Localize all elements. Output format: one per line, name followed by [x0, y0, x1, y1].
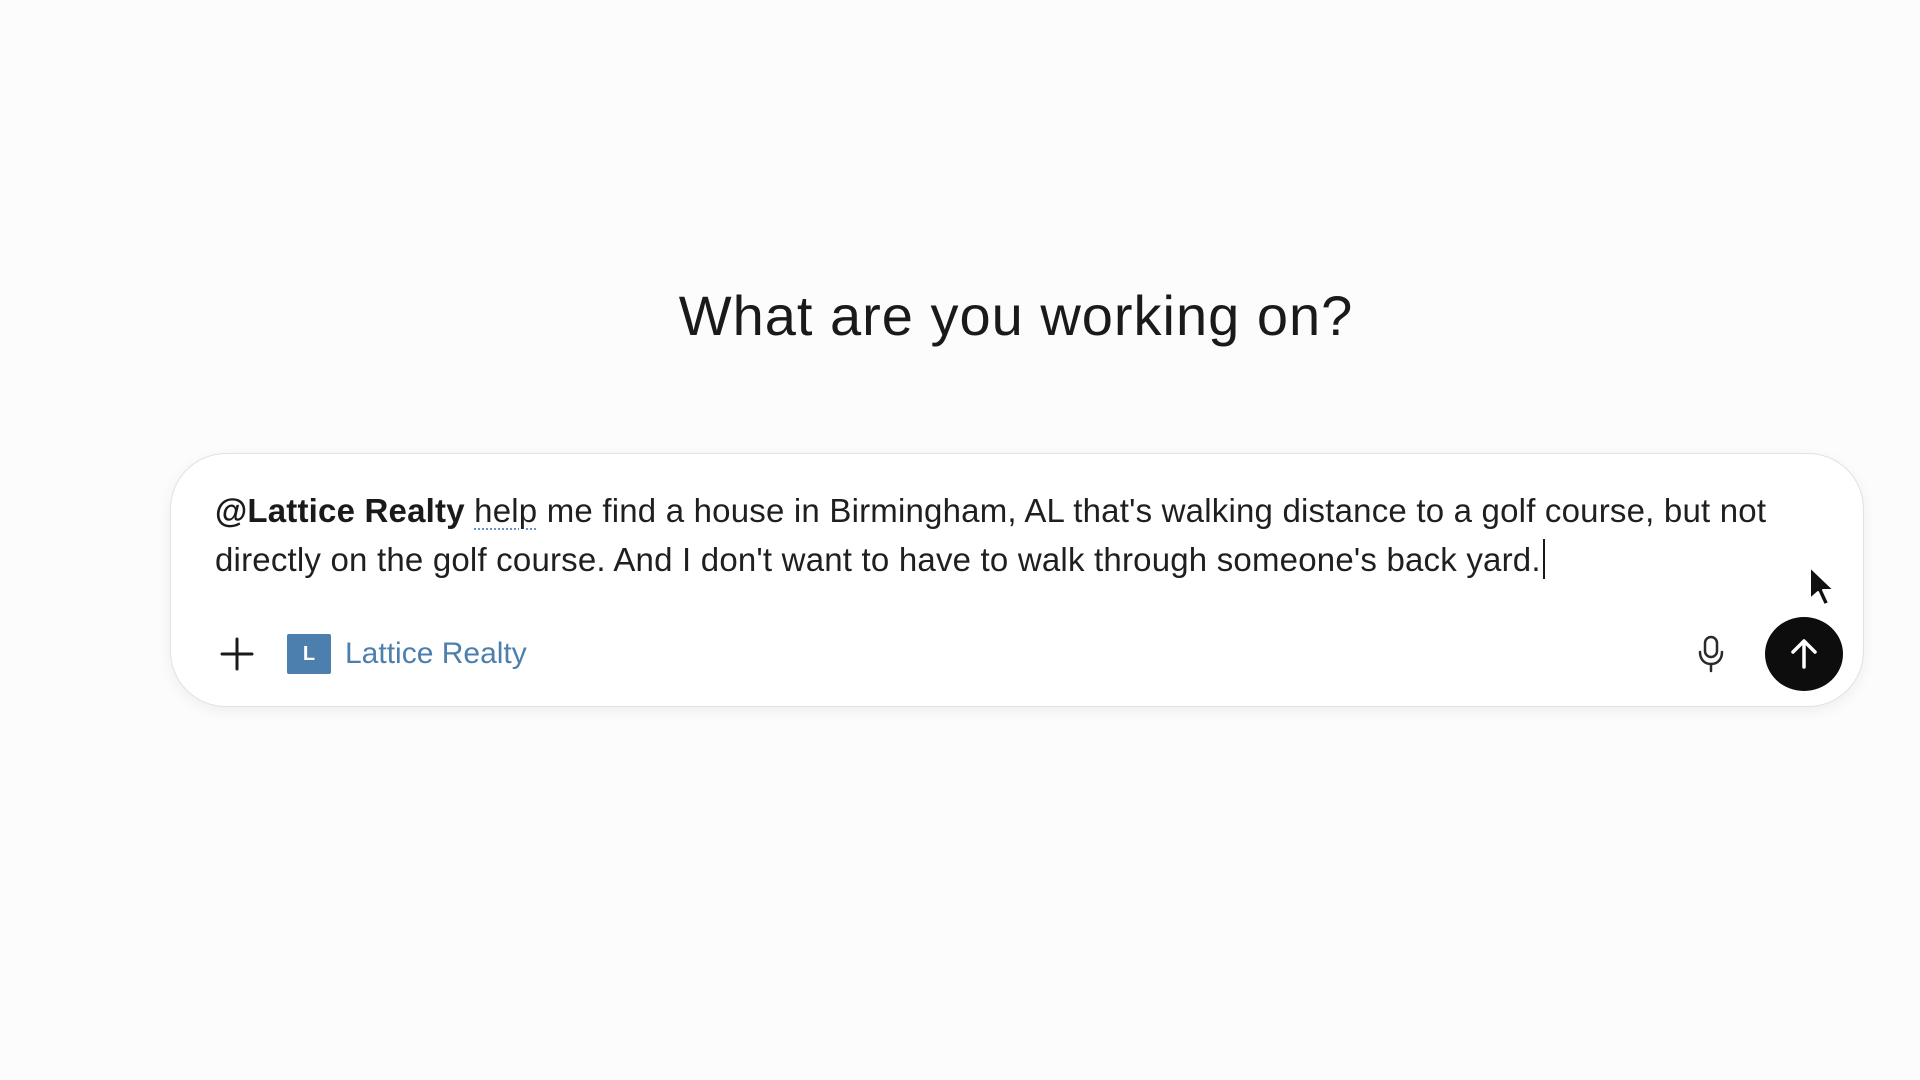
text-caret: [1542, 539, 1545, 579]
prompt-composer[interactable]: @Lattice Realty help me find a house in …: [170, 453, 1864, 707]
plus-icon: [220, 637, 254, 671]
microphone-button[interactable]: [1691, 634, 1731, 674]
mouse-cursor-icon: [1809, 566, 1835, 606]
app-chip[interactable]: L Lattice Realty: [287, 634, 527, 674]
app-chip-badge: L: [287, 634, 331, 674]
prompt-input[interactable]: @Lattice Realty help me find a house in …: [215, 486, 1815, 584]
composer-toolbar: L Lattice Realty: [217, 630, 527, 678]
page: What are you working on? @Lattice Realty…: [0, 0, 1920, 1080]
app-chip-label: Lattice Realty: [345, 637, 527, 670]
mention-tag: @Lattice Realty: [215, 492, 465, 529]
add-attachment-button[interactable]: [217, 634, 257, 674]
arrow-up-icon: [1791, 639, 1817, 669]
microphone-icon: [1698, 635, 1724, 673]
page-heading: What are you working on?: [678, 284, 1354, 347]
spellcheck-word[interactable]: help: [474, 492, 537, 529]
send-button[interactable]: [1765, 617, 1843, 691]
